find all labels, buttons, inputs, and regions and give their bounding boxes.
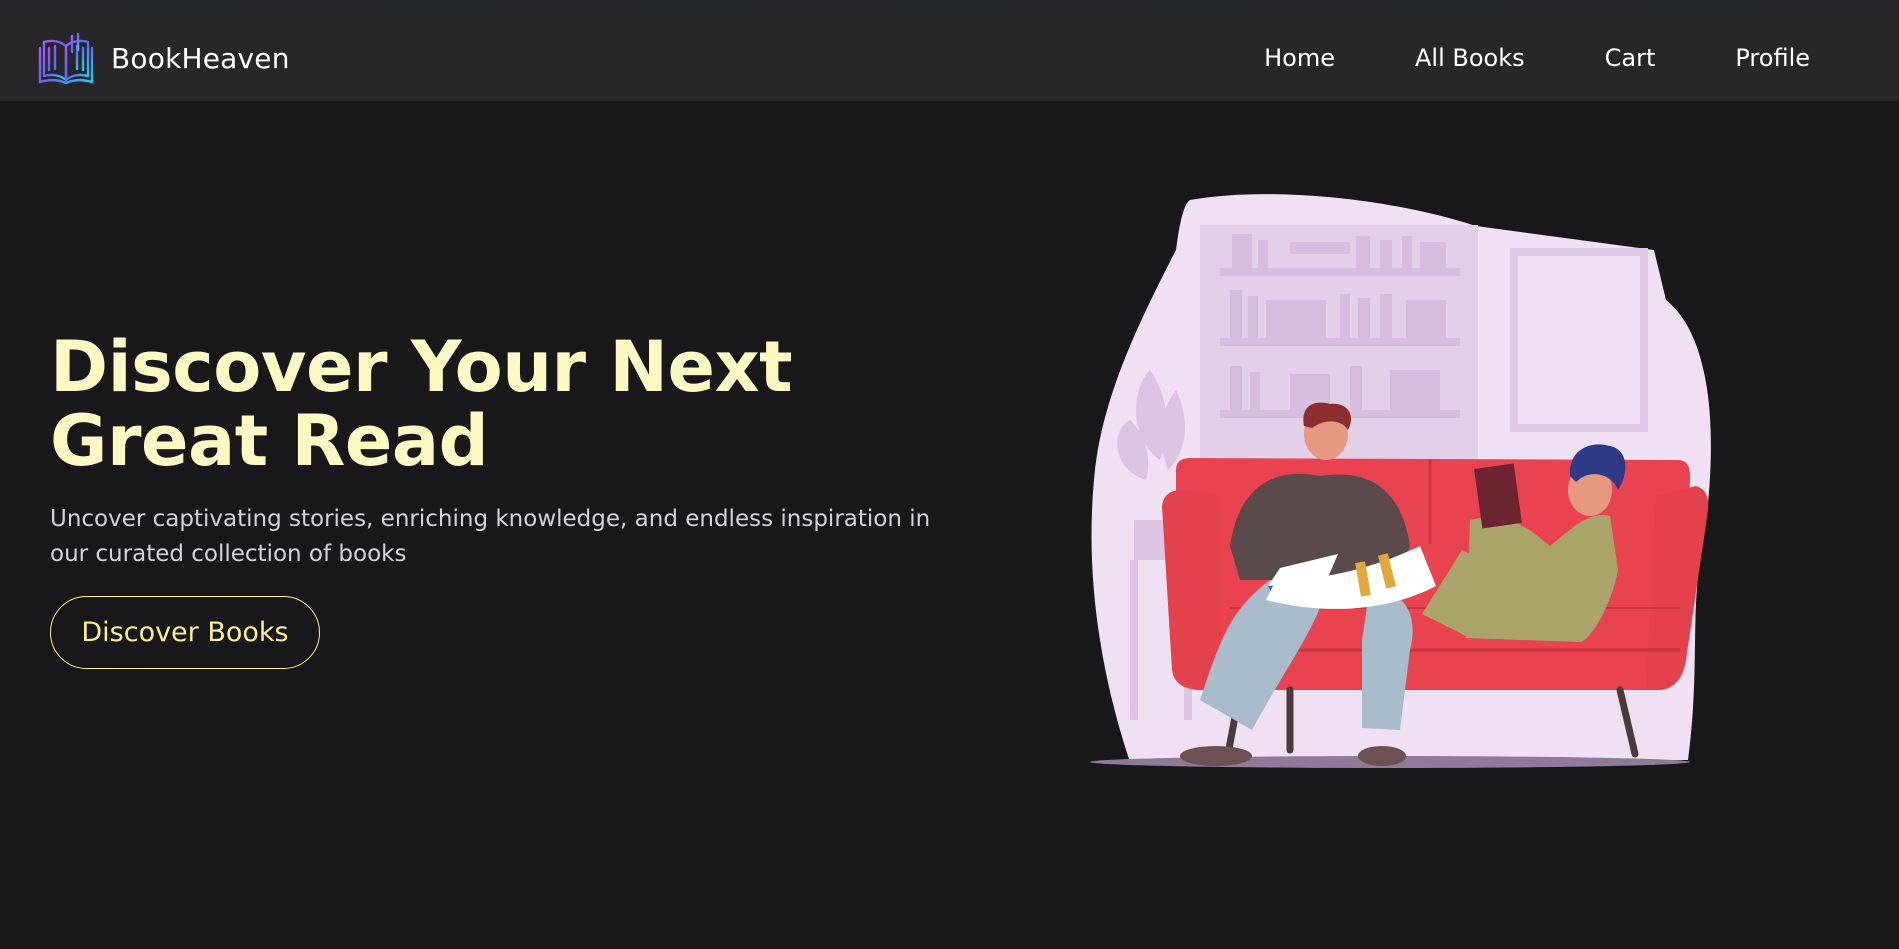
navbar: BookHeaven Home All Books Cart Profile: [0, 0, 1899, 101]
main-nav: Home All Books Cart Profile: [1184, 40, 1810, 76]
nav-link-profile[interactable]: Profile: [1735, 40, 1810, 76]
nav-link-cart[interactable]: Cart: [1605, 40, 1656, 76]
hero-title: Discover Your Next Great Read: [50, 326, 793, 482]
nav-link-all-books[interactable]: All Books: [1415, 40, 1525, 76]
discover-books-button[interactable]: Discover Books: [50, 596, 320, 669]
open-book-icon: [38, 32, 94, 84]
hero-subtitle: Uncover captivating stories, enriching k…: [50, 506, 931, 567]
couple-reading-on-sofa-illustration: [1090, 194, 1711, 768]
nav-link-home[interactable]: Home: [1264, 40, 1335, 76]
brand-name: BookHeaven: [111, 41, 290, 75]
hero-text: Discover Your Next Great Read Uncover ca…: [50, 330, 950, 669]
brand[interactable]: BookHeaven: [38, 30, 290, 86]
